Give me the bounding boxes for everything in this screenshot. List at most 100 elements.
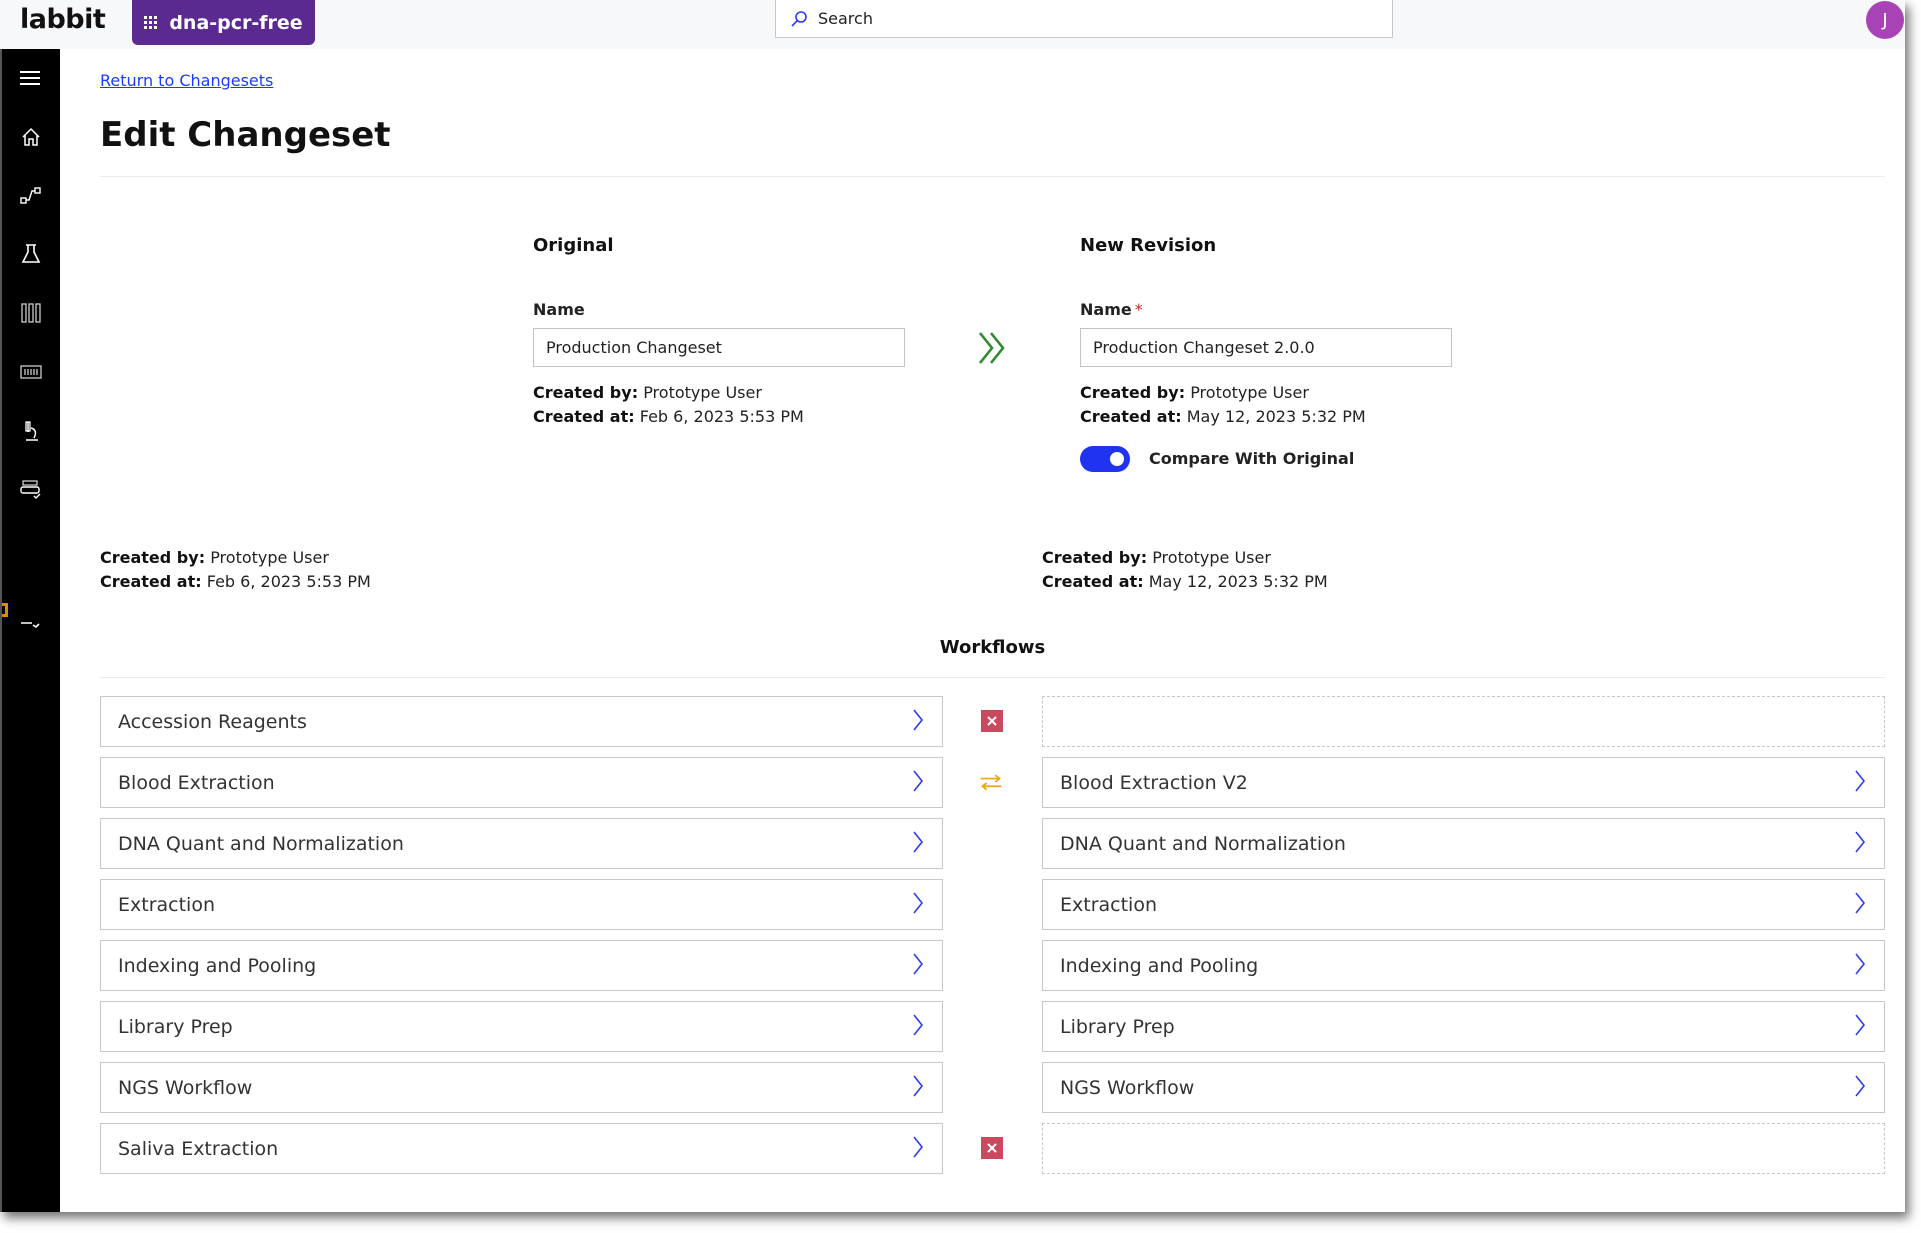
chevron-right-icon [912,892,924,918]
chevron-right-icon [912,1014,924,1040]
name-label-text: Name [1080,300,1132,319]
workflows-heading: Workflows [939,637,1046,658]
created-by-value: Prototype User [1190,383,1309,402]
project-name: dna-pcr-free [169,11,303,34]
chevron-right-icon [912,1136,924,1162]
workflow-icon[interactable] [16,181,46,211]
revision-workflow-row[interactable]: Blood Extraction V2 [1042,757,1885,808]
required-mark: * [1134,300,1143,319]
top-bar: labbit dna-pcr-free J [0,0,1905,49]
revision-workflow-row[interactable]: DNA Quant and Normalization [1042,818,1885,869]
workflow-name: Extraction [1060,893,1157,916]
workflow-name: NGS Workflow [118,1076,253,1099]
original-workflow-row[interactable]: DNA Quant and Normalization [100,818,943,869]
created-at-label: Created at: [100,572,202,591]
original-workflow-row[interactable]: Saliva Extraction [100,1123,943,1174]
chevron-right-icon [912,831,924,857]
flask-icon[interactable] [16,239,46,269]
workflow-name: DNA Quant and Normalization [1060,832,1346,855]
sidebar [0,49,60,1212]
revision-heading: New Revision [1080,235,1217,256]
created-at-label: Created at: [1080,407,1182,426]
title-divider [100,176,1885,177]
workflow-name: Library Prep [118,1015,233,1038]
removed-x-icon [981,710,1003,732]
workflows-divider [100,677,1885,678]
removed-x-icon [981,1137,1003,1159]
original-workflow-row[interactable]: Blood Extraction [100,757,943,808]
workflow-name: NGS Workflow [1060,1076,1195,1099]
original-workflow-row[interactable]: Accession Reagents [100,696,943,747]
chevron-right-icon [1854,892,1866,918]
chevron-right-icon [912,770,924,796]
revision-workflow-row[interactable]: Indexing and Pooling [1042,940,1885,991]
apps-grid-icon [144,16,158,29]
created-by-label: Created by: [100,548,206,567]
created-by-value: Prototype User [643,383,762,402]
created-by-value: Prototype User [1152,548,1271,567]
workflow-name: Saliva Extraction [118,1137,279,1160]
plate-icon[interactable] [16,357,46,387]
original-meta: Created by: Prototype User Created at: F… [533,381,804,429]
summary-right-meta: Created by: Prototype User Created at: M… [1042,546,1328,594]
created-by-value: Prototype User [210,548,329,567]
workflow-name: Indexing and Pooling [118,954,317,977]
revision-name-input[interactable] [1080,328,1452,367]
user-avatar[interactable]: J [1866,1,1904,39]
empty-workflow-slot [1042,1123,1885,1174]
workflow-name: DNA Quant and Normalization [118,832,404,855]
workflow-name: Accession Reagents [118,710,307,733]
revision-name-label: Name * [1080,300,1143,319]
created-at-value: May 12, 2023 5:32 PM [1186,407,1366,426]
chevron-right-icon [1854,1075,1866,1101]
original-name-label: Name [533,300,585,319]
search-icon [791,10,807,27]
created-at-value: Feb 6, 2023 5:53 PM [206,572,371,591]
original-workflow-row[interactable]: NGS Workflow [100,1062,943,1113]
search-input[interactable] [816,8,1360,29]
logo: labbit [20,4,106,35]
return-to-changesets-link[interactable]: Return to Changesets [100,71,273,90]
menu-icon[interactable] [16,63,46,93]
chevron-right-icon [912,709,924,735]
original-name-input[interactable] [533,328,905,367]
chevron-right-icon [1854,1014,1866,1040]
created-by-label: Created by: [1080,383,1186,402]
workflow-name: Extraction [118,893,215,916]
workflow-name: Blood Extraction V2 [1060,771,1248,794]
tubes-icon[interactable] [16,298,46,328]
home-icon[interactable] [16,122,46,152]
created-at-value: Feb 6, 2023 5:53 PM [639,407,804,426]
compare-with-original-label: Compare With Original [1149,449,1355,468]
collapse-icon[interactable] [16,609,46,639]
page-title: Edit Changeset [100,115,391,155]
created-at-label: Created at: [1042,572,1144,591]
workflow-name: Blood Extraction [118,771,275,794]
app-window: labbit dna-pcr-free J [0,0,1905,1212]
active-indicator [2,603,8,617]
workflow-name: Indexing and Pooling [1060,954,1259,977]
double-chevron-right-icon [978,332,1005,364]
original-workflow-row[interactable]: Extraction [100,879,943,930]
chevron-right-icon [1854,770,1866,796]
empty-workflow-slot [1042,696,1885,747]
revision-workflow-row[interactable]: Extraction [1042,879,1885,930]
swap-arrows-icon [979,770,1003,794]
original-workflow-row[interactable]: Library Prep [100,1001,943,1052]
chevron-right-icon [912,953,924,979]
created-at-value: May 12, 2023 5:32 PM [1148,572,1328,591]
search-box[interactable] [775,0,1393,38]
workflow-name: Library Prep [1060,1015,1175,1038]
chevron-right-icon [1854,831,1866,857]
original-workflow-row[interactable]: Indexing and Pooling [100,940,943,991]
summary-left-meta: Created by: Prototype User Created at: F… [100,546,371,594]
project-switcher-button[interactable]: dna-pcr-free [132,0,315,45]
revision-workflow-row[interactable]: Library Prep [1042,1001,1885,1052]
revision-workflow-row[interactable]: NGS Workflow [1042,1062,1885,1113]
microscope-icon[interactable] [16,416,46,446]
created-at-label: Created at: [533,407,635,426]
plate-check-icon[interactable] [16,475,46,505]
created-by-label: Created by: [533,383,639,402]
compare-with-original-toggle[interactable] [1080,446,1130,472]
created-by-label: Created by: [1042,548,1148,567]
